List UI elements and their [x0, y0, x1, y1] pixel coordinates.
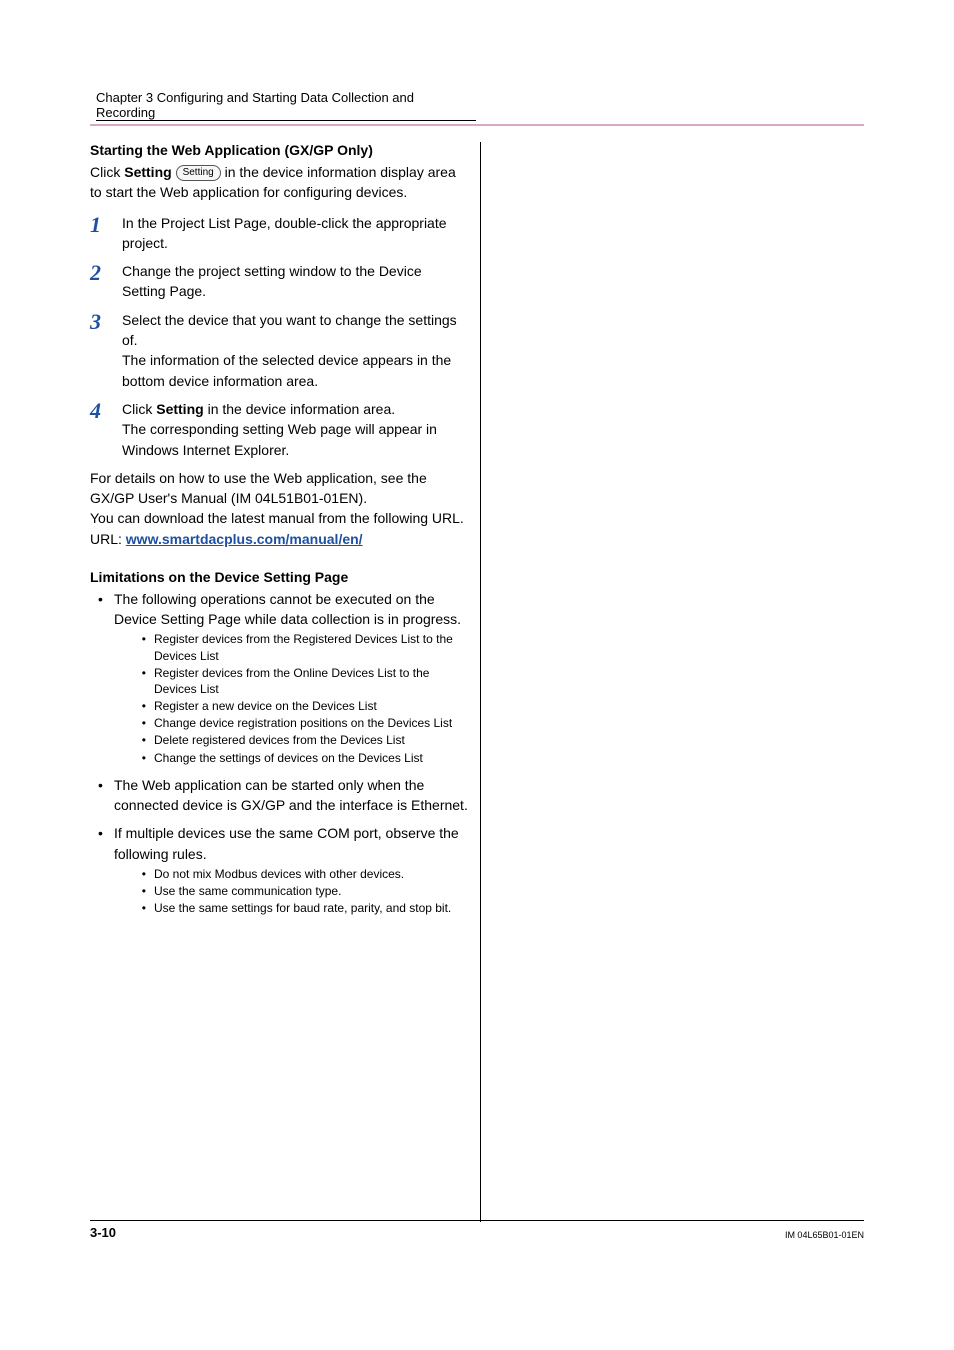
lim3-sub-2: Use the same settings for baud rate, par… [154, 900, 468, 916]
lim3-sub-0: Do not mix Modbus devices with other dev… [154, 866, 468, 882]
step-number: 2 [90, 261, 122, 302]
lim3-sub-1: Use the same communication type. [154, 883, 468, 899]
step-2: 2 Change the project setting window to t… [90, 261, 468, 302]
chapter-title: Chapter 3 Configuring and Starting Data … [96, 90, 476, 121]
step-body: Click Setting in the device information … [122, 399, 468, 460]
lim2-text: The Web application can be started only … [114, 775, 468, 816]
url-label: URL: [90, 531, 126, 547]
step-number: 1 [90, 213, 122, 254]
step-body: Change the project setting window to the… [122, 261, 468, 302]
step3-line2: The information of the selected device a… [122, 352, 451, 388]
step-body: Select the device that you want to chang… [122, 310, 468, 391]
step-number: 4 [90, 399, 122, 460]
intro-paragraph: Click Setting Setting in the device info… [90, 162, 468, 203]
section-heading-limitations: Limitations on the Device Setting Page [90, 569, 468, 585]
page-number: 3-10 [90, 1225, 116, 1240]
step-1: 1 In the Project List Page, double-click… [90, 213, 468, 254]
setting-button-graphic: Setting [176, 165, 221, 181]
url-line: URL: www.smartdacplus.com/manual/en/ [90, 531, 468, 547]
lim3-text: If multiple devices use the same COM por… [114, 825, 459, 861]
lim1-sub-3: Change device registration positions on … [154, 715, 468, 731]
bullet-dot: • [90, 775, 114, 816]
step4-post: in the device information area. [204, 401, 395, 417]
intro-pre: Click [90, 164, 124, 180]
step-number: 3 [90, 310, 122, 391]
limitation-item-1: • The following operations cannot be exe… [90, 589, 468, 767]
manual-url-link[interactable]: www.smartdacplus.com/manual/en/ [126, 531, 363, 547]
step4-pre: Click [122, 401, 156, 417]
limitation-item-2: • The Web application can be started onl… [90, 775, 468, 816]
section-heading-starting: Starting the Web Application (GX/GP Only… [90, 142, 468, 158]
limitations-list: • The following operations cannot be exe… [90, 589, 468, 918]
document-id: IM 04L65B01-01EN [785, 1230, 864, 1240]
step4-setting-word: Setting [156, 401, 203, 417]
step4-line2: The corresponding setting Web page will … [122, 421, 437, 457]
two-column-layout: Starting the Web Application (GX/GP Only… [90, 142, 864, 1222]
step-body: In the Project List Page, double-click t… [122, 213, 468, 254]
intro-setting-word: Setting [124, 164, 171, 180]
lim1-sub-5: Change the settings of devices on the De… [154, 750, 468, 766]
note-manual: For details on how to use the Web applic… [90, 468, 468, 509]
lim1-sub-4: Delete registered devices from the Devic… [154, 732, 468, 748]
lim1-sub-2: Register a new device on the Devices Lis… [154, 698, 468, 714]
step3-line1: Select the device that you want to chang… [122, 312, 457, 348]
chapter-header: Chapter 3 Configuring and Starting Data … [90, 90, 864, 126]
step-4: 4 Click Setting in the device informatio… [90, 399, 468, 460]
note-download: You can download the latest manual from … [90, 508, 468, 528]
bullet-dot: • [90, 823, 114, 917]
bullet-dot: • [90, 589, 114, 767]
lim1-text: The following operations cannot be execu… [114, 591, 461, 627]
lim1-sub-0: Register devices from the Registered Dev… [154, 631, 468, 663]
step-3: 3 Select the device that you want to cha… [90, 310, 468, 391]
lim1-sub-1: Register devices from the Online Devices… [154, 665, 468, 697]
limitation-item-3: • If multiple devices use the same COM p… [90, 823, 468, 917]
lim3-sublist: •Do not mix Modbus devices with other de… [114, 866, 468, 917]
lim1-sublist: •Register devices from the Registered De… [114, 631, 468, 766]
page-footer: 3-10 IM 04L65B01-01EN [90, 1220, 864, 1240]
